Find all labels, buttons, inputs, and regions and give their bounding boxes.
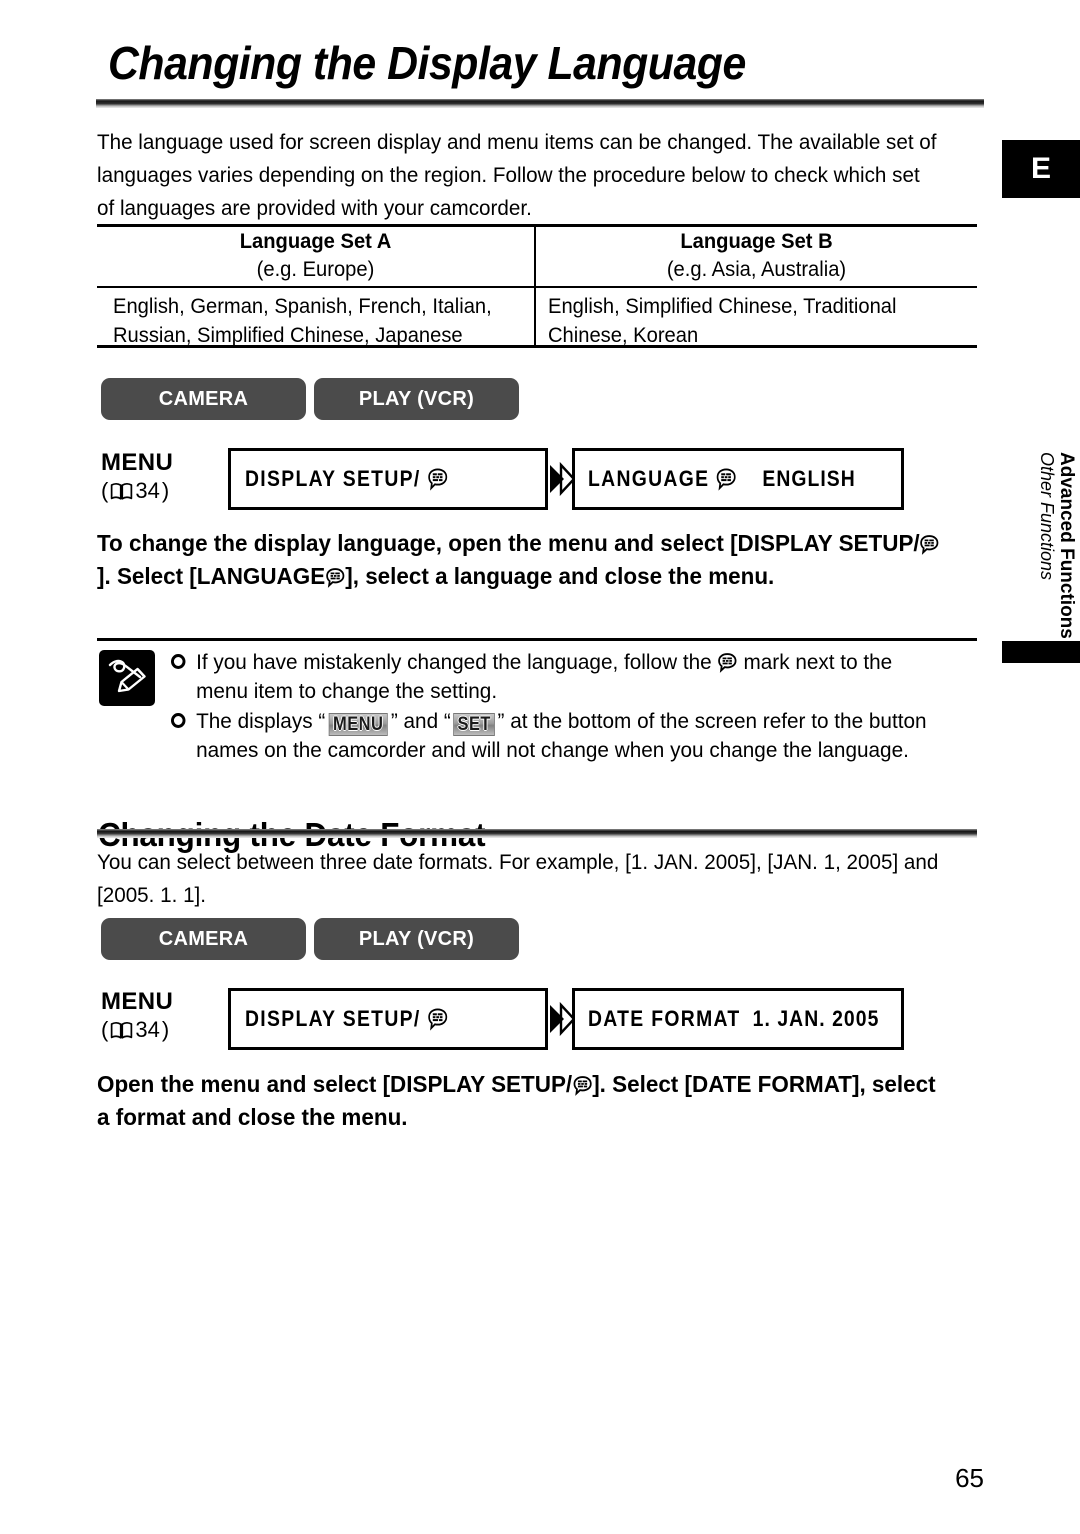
instruction-date-part-a: Open the menu and select [DISPLAY SETUP/ xyxy=(97,1071,573,1097)
table-subheader-set-a: (e.g. Europe) xyxy=(256,258,375,281)
note-1-text-before: If you have mistakenly changed the langu… xyxy=(196,650,718,674)
lcd-badge-menu: MENU xyxy=(328,713,388,736)
date-format-paragraph: You can select between three date format… xyxy=(97,850,939,907)
instruction-part-b: ]. Select [LANGUAGE xyxy=(97,563,326,589)
page-number: 65 xyxy=(955,1463,984,1493)
mode-button-camera[interactable]: CAMERA xyxy=(101,378,306,420)
instruction-part-c: ], select a language and close the menu. xyxy=(345,563,775,589)
speech-bubble-icon xyxy=(920,531,940,555)
speech-bubble-icon xyxy=(427,1007,448,1031)
paren-open: ( xyxy=(101,477,109,503)
notes-divider xyxy=(97,638,977,641)
note-2-part-1: The displays “ xyxy=(196,709,326,733)
lcd-menu-label-1: DISPLAY SETUP/ xyxy=(245,466,448,492)
lcd-menu-box-display-setup-1[interactable]: DISPLAY SETUP/ xyxy=(228,448,548,510)
book-icon xyxy=(110,1021,133,1040)
instruction-date-format: Open the menu and select [DISPLAY SETUP/… xyxy=(97,1068,947,1134)
note-item: The displays “MENU” and “SET” at the bot… xyxy=(171,707,943,765)
lcd-menu-text-2: LANGUAGE xyxy=(588,466,710,491)
instruction-language: To change the display language, open the… xyxy=(97,527,947,593)
mode-button-play-vcr[interactable]: PLAY (VCR) xyxy=(314,378,519,420)
table-cell-set-a: English, German, Spanish, French, Italia… xyxy=(113,295,492,347)
bullet-icon xyxy=(171,654,186,669)
intro-paragraph: The language used for screen display and… xyxy=(97,130,937,220)
lcd-badge-set: SET xyxy=(453,713,496,736)
mode-button-play-vcr[interactable]: PLAY (VCR) xyxy=(314,918,519,960)
table-rule-top xyxy=(97,224,977,227)
page-title: Changing the Display Language xyxy=(108,37,746,89)
lcd-menu-value-language: ENGLISH xyxy=(762,466,856,491)
speech-bubble-icon xyxy=(717,652,737,673)
paren-open: ( xyxy=(101,1016,109,1042)
arrow-right-icon-2 xyxy=(548,1001,576,1037)
title-divider xyxy=(96,99,984,108)
mode-button-row-language: CAMERA PLAY (VCR) xyxy=(101,378,519,420)
table-header-set-b: Language Set B xyxy=(680,230,833,253)
lcd-menu-label-2: LANGUAGE xyxy=(588,466,737,492)
menu-reference-language: MENU ( 34 ) xyxy=(101,449,231,504)
menu-reference-page-number: 34 xyxy=(135,1016,160,1042)
table-subheader-set-b: (e.g. Asia, Australia) xyxy=(666,258,847,281)
side-tab-secondary: Other Functions xyxy=(1037,452,1058,581)
notes-list: If you have mistakenly changed the langu… xyxy=(171,648,943,766)
lcd-menu-value-date: 1. JAN. 2005 xyxy=(752,1006,880,1031)
lcd-menu-box-display-setup-2[interactable]: DISPLAY SETUP/ xyxy=(228,988,548,1050)
speech-bubble-icon xyxy=(325,564,345,588)
speech-bubble-icon xyxy=(572,1072,592,1096)
menu-reference-date: MENU ( 34 ) xyxy=(101,988,231,1043)
lcd-menu-label-3: DISPLAY SETUP/ xyxy=(245,1006,448,1032)
note-item: If you have mistakenly changed the langu… xyxy=(171,648,943,706)
lcd-menu-text-1: DISPLAY SETUP/ xyxy=(245,466,421,491)
table-cell-set-b: English, Simplified Chinese, Traditional… xyxy=(548,295,897,347)
side-tab-primary: Advanced Functions xyxy=(1056,452,1077,639)
arrow-right-icon-1 xyxy=(548,461,576,497)
speech-bubble-icon xyxy=(716,467,737,491)
table-column-divider xyxy=(534,226,536,346)
side-tab-text: Advanced Functions Other Functions xyxy=(1006,452,1077,672)
paren-close: ) xyxy=(161,1016,170,1042)
menu-reference-page: ( 34 ) xyxy=(101,477,231,504)
menu-reference-page: ( 34 ) xyxy=(101,1016,231,1043)
table-header-set-a: Language Set A xyxy=(239,230,392,253)
bullet-icon xyxy=(171,713,186,728)
subsection-divider xyxy=(97,829,977,838)
lcd-menu-text-3: DISPLAY SETUP/ xyxy=(245,1006,421,1031)
mode-button-row-date: CAMERA PLAY (VCR) xyxy=(101,918,519,960)
paren-close: ) xyxy=(161,477,170,503)
lcd-menu-text-4: DATE FORMAT xyxy=(588,1006,741,1031)
note-2-part-2: ” and “ xyxy=(390,709,451,733)
section-tab-e: E xyxy=(1002,140,1080,198)
table-rule-middle xyxy=(97,286,977,288)
instruction-part-a: To change the display language, open the… xyxy=(97,530,920,556)
menu-reference-word: MENU xyxy=(101,988,174,1015)
menu-reference-page-number: 34 xyxy=(135,477,160,503)
menu-reference-word: MENU xyxy=(101,449,174,476)
speech-bubble-icon xyxy=(427,467,448,491)
book-icon xyxy=(110,482,133,501)
lcd-menu-label-4: DATE FORMAT xyxy=(588,1006,741,1032)
note-pencil-icon xyxy=(99,650,155,706)
mode-button-camera[interactable]: CAMERA xyxy=(101,918,306,960)
